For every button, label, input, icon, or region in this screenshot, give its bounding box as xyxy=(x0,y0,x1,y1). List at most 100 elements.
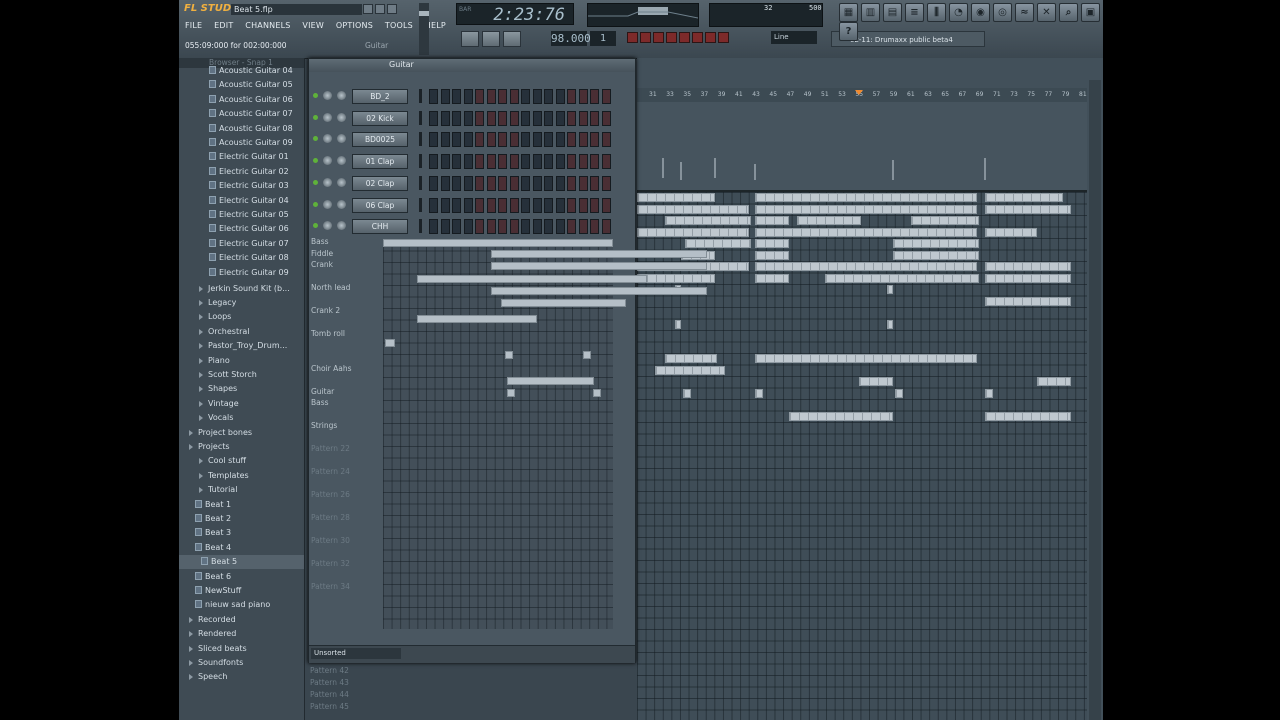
channel-pan-knob[interactable] xyxy=(337,134,346,144)
step-button[interactable] xyxy=(475,175,484,191)
step-button[interactable] xyxy=(521,175,530,191)
channel-mute-led[interactable] xyxy=(313,114,318,120)
channel-button[interactable]: BD0025 xyxy=(352,132,408,148)
menu-tools[interactable]: TOOLS xyxy=(385,21,413,30)
step-button[interactable] xyxy=(567,197,576,213)
step-button[interactable] xyxy=(601,197,611,213)
step-button[interactable] xyxy=(578,154,588,170)
step-button[interactable] xyxy=(475,89,484,104)
channel-button[interactable]: 02 Clap xyxy=(352,175,408,191)
pattern-label[interactable]: Pattern 30 xyxy=(311,536,381,548)
playlist-pattern-block[interactable] xyxy=(985,204,1071,214)
step-button[interactable] xyxy=(601,89,611,104)
countdown-icon[interactable]: ◎ xyxy=(993,3,1012,22)
browser-item[interactable]: nieuw sad piano xyxy=(179,598,304,612)
step-button[interactable] xyxy=(567,175,576,191)
playlist-icon[interactable]: ▦ xyxy=(839,3,858,22)
step-button[interactable] xyxy=(578,89,588,104)
tempo-display[interactable]: 98.000 xyxy=(551,31,591,46)
step-button[interactable] xyxy=(463,154,473,170)
browser-item[interactable]: Jerkin Sound Kit (b... xyxy=(179,282,304,296)
menu-channels[interactable]: CHANNELS xyxy=(245,21,290,30)
browser-item[interactable]: Legacy xyxy=(179,296,304,310)
pattern-label[interactable] xyxy=(311,548,381,560)
step-button[interactable] xyxy=(509,197,519,213)
pattern-label[interactable]: Tomb roll xyxy=(311,329,381,341)
step-button[interactable] xyxy=(544,219,553,235)
channel-button[interactable]: CHH xyxy=(352,219,408,235)
step-button[interactable] xyxy=(509,110,519,126)
browser-item[interactable]: Cool stuff xyxy=(179,454,304,468)
playlist-pattern-block[interactable] xyxy=(755,204,977,214)
channel-volume-knob[interactable] xyxy=(323,156,332,166)
playlist-pattern-block[interactable] xyxy=(893,239,979,248)
minimize-button[interactable] xyxy=(363,4,373,14)
tool-6-button[interactable] xyxy=(692,32,703,43)
browser-item[interactable]: Beat 6 xyxy=(179,570,304,584)
browser-item[interactable]: Beat 5 xyxy=(179,555,304,570)
step-button[interactable] xyxy=(498,219,507,235)
step-sequencer-icon[interactable]: ▥ xyxy=(861,3,880,22)
browser-item[interactable]: Electric Guitar 03 xyxy=(179,179,304,193)
channel-volume-knob[interactable] xyxy=(323,112,332,122)
master-volume-handle[interactable] xyxy=(419,11,429,16)
browser-item[interactable]: Acoustic Guitar 05 xyxy=(179,78,304,92)
browser-item[interactable]: Speech xyxy=(179,670,304,684)
step-button[interactable] xyxy=(601,154,611,170)
step-button[interactable] xyxy=(429,110,438,126)
channel-pan-knob[interactable] xyxy=(337,221,346,231)
mini-piano-roll[interactable] xyxy=(383,239,707,629)
pattern-label[interactable] xyxy=(311,375,381,387)
step-button[interactable] xyxy=(578,110,588,126)
step-button[interactable] xyxy=(544,197,553,213)
step-button[interactable] xyxy=(532,154,542,170)
playlist-pattern-block[interactable] xyxy=(887,319,893,329)
step-button[interactable] xyxy=(509,175,519,191)
pattern-label[interactable]: Fiddle xyxy=(311,249,381,261)
step-button[interactable] xyxy=(590,175,599,191)
step-button[interactable] xyxy=(509,154,519,170)
browser-item[interactable]: Loops xyxy=(179,310,304,324)
step-button[interactable] xyxy=(555,132,565,148)
step-button[interactable] xyxy=(440,175,450,191)
step-button[interactable] xyxy=(532,110,542,126)
step-button[interactable] xyxy=(578,219,588,235)
step-button[interactable] xyxy=(440,110,450,126)
step-button[interactable] xyxy=(578,197,588,213)
channel-mute-led[interactable] xyxy=(313,201,318,207)
browser-item[interactable]: NewStuff xyxy=(179,584,304,598)
step-button[interactable] xyxy=(475,197,484,213)
pattern-label[interactable] xyxy=(311,525,381,537)
channel-select[interactable] xyxy=(419,132,422,147)
browser-item[interactable]: Acoustic Guitar 08 xyxy=(179,122,304,136)
channel-pan-knob[interactable] xyxy=(337,177,346,187)
step-button[interactable] xyxy=(544,132,553,148)
browser-item[interactable]: Tutorial xyxy=(179,483,304,497)
step-button[interactable] xyxy=(555,154,565,170)
maximize-button[interactable] xyxy=(375,4,385,14)
step-button[interactable] xyxy=(544,89,553,104)
playlist-pattern-block[interactable] xyxy=(985,296,1071,306)
channel-volume-knob[interactable] xyxy=(323,177,332,187)
tool-2-button[interactable] xyxy=(640,32,651,43)
channel-button[interactable]: 06 Clap xyxy=(352,197,408,213)
browser-item[interactable]: Beat 2 xyxy=(179,512,304,526)
tool-5-button[interactable] xyxy=(679,32,690,43)
browser-item[interactable]: Electric Guitar 02 xyxy=(179,165,304,179)
step-button[interactable] xyxy=(567,89,576,104)
step-button[interactable] xyxy=(567,219,576,235)
playlist-pattern-block[interactable] xyxy=(789,411,893,421)
pattern-label[interactable] xyxy=(311,410,381,422)
record-button[interactable] xyxy=(503,31,521,47)
step-button[interactable] xyxy=(486,197,496,213)
browser-item[interactable]: Electric Guitar 01 xyxy=(179,150,304,164)
pause-button[interactable] xyxy=(461,31,479,47)
step-button[interactable] xyxy=(601,132,611,148)
tool-7-button[interactable] xyxy=(705,32,716,43)
step-button[interactable] xyxy=(452,110,461,126)
menu-file[interactable]: FILE xyxy=(185,21,202,30)
pattern-selector[interactable]: 1 xyxy=(590,31,616,46)
step-button[interactable] xyxy=(555,89,565,104)
step-button[interactable] xyxy=(475,154,484,170)
step-button[interactable] xyxy=(429,175,438,191)
